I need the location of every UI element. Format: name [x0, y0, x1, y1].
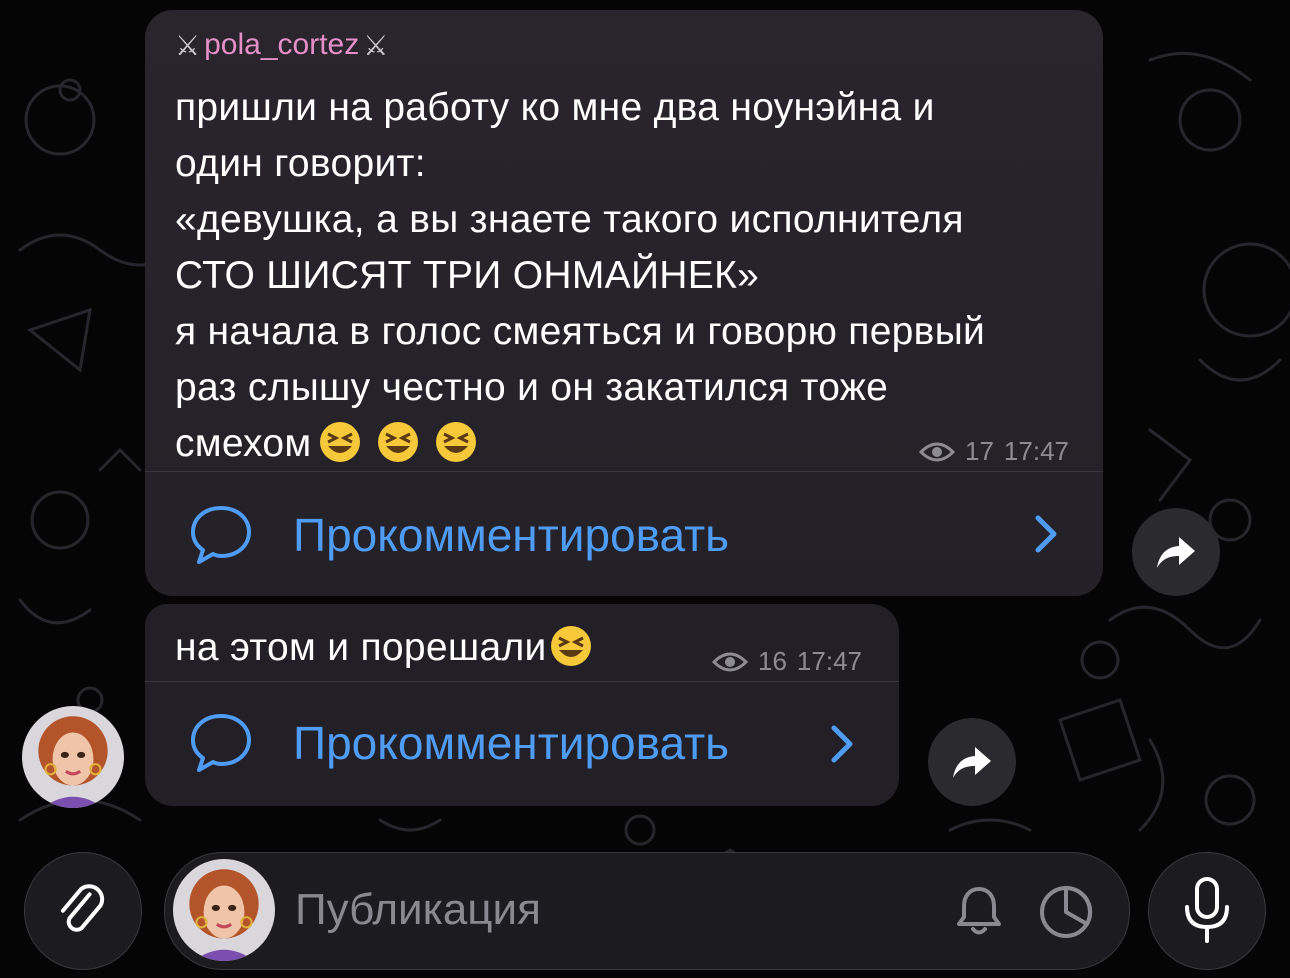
view-count: 16	[758, 646, 787, 676]
message-input[interactable]: Публикация	[164, 852, 1130, 970]
message-bubble: на этом и порешали 16 17:47 Прокомментир…	[145, 604, 899, 806]
chevron-right-icon	[1035, 515, 1057, 553]
input-placeholder: Публикация	[295, 885, 541, 934]
comment-button[interactable]: Прокомментировать	[145, 472, 1103, 596]
message-body: на этом и порешали	[175, 626, 547, 669]
grinning-squinting-face-icon	[435, 422, 476, 462]
message-bubble: ⚔ pola_cortez ⚔ пришли на работу ко мне …	[145, 10, 1103, 596]
message-time: 17:47	[1003, 436, 1069, 466]
grinning-squinting-face-icon	[550, 626, 591, 666]
grinning-squinting-face-icon	[377, 422, 418, 462]
paperclip-icon	[60, 884, 105, 932]
chat-screen: ⚔ pola_cortez ⚔ пришли на работу ко мне …	[0, 0, 1290, 978]
voice-record-button[interactable]	[1148, 852, 1266, 970]
comment-label: Прокомментировать	[293, 717, 730, 769]
chevron-right-icon	[831, 725, 853, 763]
message-meta: 17 17:47	[919, 436, 1069, 467]
comment-label: Прокомментировать	[293, 509, 730, 561]
message-text: на этом и порешали	[175, 620, 1075, 676]
sender-avatar[interactable]	[22, 706, 124, 808]
share-button[interactable]	[928, 718, 1016, 806]
eye-icon	[712, 652, 748, 671]
sender-name-label: pola_cortez	[204, 28, 360, 61]
send-as-avatar[interactable]	[173, 859, 275, 961]
crossed-swords-icon: ⚔	[175, 29, 201, 61]
share-button[interactable]	[1132, 508, 1220, 596]
attach-button[interactable]	[24, 852, 142, 970]
sender-name[interactable]: ⚔ pola_cortez ⚔	[175, 28, 388, 62]
message-meta: 16 17:47	[712, 646, 862, 677]
share-arrow-icon	[953, 747, 991, 778]
bell-icon[interactable]	[951, 883, 1007, 939]
comment-button[interactable]: Прокомментировать	[145, 682, 899, 806]
eye-icon	[919, 442, 955, 461]
message-time: 17:47	[796, 646, 862, 676]
microphone-icon	[1185, 877, 1229, 943]
comment-bubble-icon	[191, 506, 251, 564]
avatar-image	[22, 706, 124, 808]
share-arrow-icon	[1157, 537, 1195, 568]
crossed-swords-icon: ⚔	[363, 29, 389, 61]
message-text: пришли на работу ко мне два ноунэйна и о…	[175, 80, 1075, 472]
message-body: пришли на работу ко мне два ноунэйна и о…	[175, 86, 986, 465]
timer-icon[interactable]	[1037, 883, 1095, 941]
view-count: 17	[965, 436, 994, 466]
comment-bubble-icon	[191, 714, 251, 772]
grinning-squinting-face-icon	[319, 422, 360, 462]
avatar-image	[173, 859, 275, 961]
